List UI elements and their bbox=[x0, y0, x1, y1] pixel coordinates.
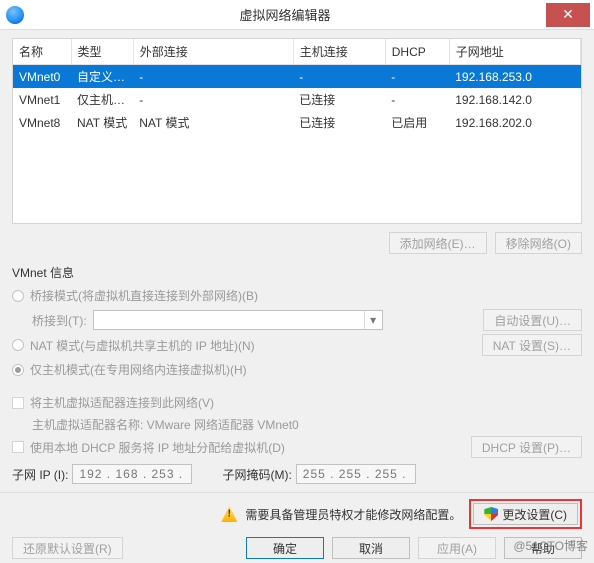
add-network-button: 添加网络(E)… bbox=[389, 232, 487, 254]
check-dhcp: 使用本地 DHCP 服务将 IP 地址分配给虚拟机(D) bbox=[12, 437, 285, 458]
radio-nat: NAT 模式(与虚拟机共享主机的 IP 地址)(N) bbox=[12, 335, 255, 356]
cell-type: 仅主机… bbox=[71, 88, 133, 111]
close-button[interactable]: ✕ bbox=[546, 3, 590, 27]
col-type[interactable]: 类型 bbox=[71, 39, 133, 65]
subnet-ip-label: 子网 IP (I): bbox=[12, 466, 68, 483]
network-table[interactable]: 名称 类型 外部连接 主机连接 DHCP 子网地址 VMnet0自定义…---1… bbox=[12, 38, 582, 224]
cell-subnet: 192.168.142.0 bbox=[449, 88, 580, 111]
cell-type: NAT 模式 bbox=[71, 111, 133, 134]
table-row[interactable]: VMnet1仅主机…-已连接-192.168.142.0 bbox=[13, 88, 581, 111]
chevron-down-icon: ▾ bbox=[364, 311, 382, 329]
watermark: @51CTO博客 bbox=[513, 537, 588, 554]
check-dhcp-label: 使用本地 DHCP 服务将 IP 地址分配给虚拟机(D) bbox=[30, 439, 285, 456]
subnet-mask-label: 子网掩码(M): bbox=[222, 466, 291, 483]
check-host-adapter: 将主机虚拟适配器连接到此网络(V) bbox=[12, 392, 214, 413]
dhcp-settings-button: DHCP 设置(P)… bbox=[471, 436, 582, 458]
window-title: 虚拟网络编辑器 bbox=[24, 5, 546, 24]
cell-subnet: 192.168.253.0 bbox=[449, 65, 580, 89]
cell-ext: - bbox=[133, 88, 293, 111]
cell-subnet: 192.168.202.0 bbox=[449, 111, 580, 134]
radio-bridged-label: 桥接模式(将虚拟机直接连接到外部网络)(B) bbox=[30, 287, 258, 304]
radio-bridged: 桥接模式(将虚拟机直接连接到外部网络)(B) bbox=[12, 285, 258, 306]
col-dhcp[interactable]: DHCP bbox=[385, 39, 449, 65]
title-bar: 虚拟网络编辑器 ✕ bbox=[0, 0, 594, 30]
col-name[interactable]: 名称 bbox=[13, 39, 71, 65]
subnet-ip-input bbox=[72, 464, 192, 484]
subnet-mask-input bbox=[296, 464, 416, 484]
cell-dhcp: - bbox=[385, 88, 449, 111]
nat-settings-button: NAT 设置(S)… bbox=[482, 334, 582, 356]
radio-hostonly-label: 仅主机模式(在专用网络内连接虚拟机)(H) bbox=[30, 361, 247, 378]
check-host-adapter-label: 将主机虚拟适配器连接到此网络(V) bbox=[30, 394, 214, 411]
table-header-row: 名称 类型 外部连接 主机连接 DHCP 子网地址 bbox=[13, 39, 581, 65]
admin-notice: 需要具备管理员特权才能修改网络配置。 bbox=[245, 506, 461, 523]
auto-settings-button: 自动设置(U)… bbox=[483, 309, 582, 331]
cell-type: 自定义… bbox=[71, 65, 133, 89]
cell-host: 已连接 bbox=[293, 88, 385, 111]
cell-name: VMnet8 bbox=[13, 111, 71, 134]
cell-name: VMnet0 bbox=[13, 65, 71, 89]
remove-network-button: 移除网络(O) bbox=[495, 232, 582, 254]
cell-name: VMnet1 bbox=[13, 88, 71, 111]
warning-icon bbox=[221, 506, 237, 522]
table-row[interactable]: VMnet0自定义…---192.168.253.0 bbox=[13, 65, 581, 89]
table-row[interactable]: VMnet8NAT 模式NAT 模式已连接已启用192.168.202.0 bbox=[13, 111, 581, 134]
radio-nat-label: NAT 模式(与虚拟机共享主机的 IP 地址)(N) bbox=[30, 337, 255, 354]
cell-ext: NAT 模式 bbox=[133, 111, 293, 134]
vmnet-info-label: VMnet 信息 bbox=[12, 264, 582, 281]
col-subnet[interactable]: 子网地址 bbox=[449, 39, 580, 65]
change-settings-button[interactable]: 更改设置(C) bbox=[473, 503, 578, 525]
cell-ext: - bbox=[133, 65, 293, 89]
shield-icon bbox=[484, 507, 498, 521]
col-host[interactable]: 主机连接 bbox=[293, 39, 385, 65]
bridged-to-label: 桥接到(T): bbox=[32, 312, 87, 329]
cell-host: - bbox=[293, 65, 385, 89]
app-icon bbox=[6, 6, 24, 24]
cell-dhcp: 已启用 bbox=[385, 111, 449, 134]
cell-host: 已连接 bbox=[293, 111, 385, 134]
bridged-to-combo: ▾ bbox=[93, 310, 383, 330]
radio-hostonly: 仅主机模式(在专用网络内连接虚拟机)(H) bbox=[12, 359, 247, 380]
host-adapter-name: 主机虚拟适配器名称: VMware 网络适配器 VMnet0 bbox=[32, 416, 299, 433]
col-ext[interactable]: 外部连接 bbox=[133, 39, 293, 65]
cell-dhcp: - bbox=[385, 65, 449, 89]
